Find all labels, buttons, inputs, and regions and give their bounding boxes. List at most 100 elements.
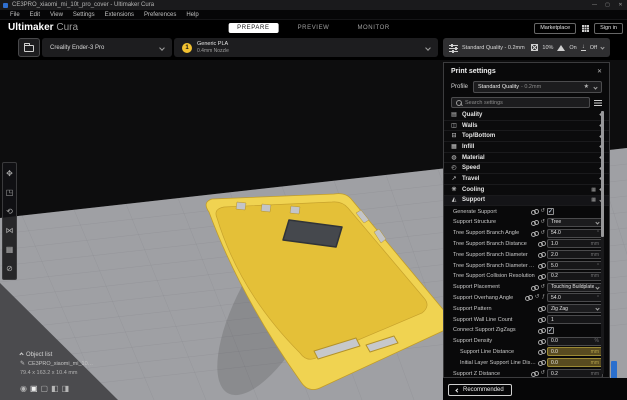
printer-selector[interactable]: Creality Ender-3 Pro [42,38,172,57]
scale-tool-icon[interactable]: ◳ [3,183,16,202]
category-label: Travel [462,175,480,182]
menu-edit[interactable]: Edit [25,12,45,18]
formula-icon[interactable]: ƒ [542,294,545,301]
link-icon[interactable] [538,338,546,345]
setting-dropdown[interactable]: Tree [547,217,603,227]
object-list-toggle[interactable]: Object list [19,350,94,359]
link-icon[interactable] [538,263,546,270]
link-icon[interactable] [538,360,546,367]
link-icon[interactable] [530,284,539,291]
profile-dropdown[interactable]: Standard Quality - 0.2mm ★ [473,81,602,93]
maximize-icon[interactable]: ▢ [601,0,614,10]
chevron-down-icon [593,84,598,90]
star-icon[interactable]: ★ [584,83,589,91]
menu-view[interactable]: View [45,12,68,18]
setting-input[interactable]: 1.0 mm [547,239,603,249]
link-icon[interactable] [538,273,546,280]
setting-input[interactable]: 0.0 mm [547,358,603,368]
setting-row: Support Placement ↺ Touching Buildplate [444,282,609,293]
setting-dropdown[interactable]: Zig Zag [547,304,603,314]
setting-checkbox[interactable]: ✓ [547,326,554,334]
revert-icon[interactable]: ↺ [540,208,545,215]
search-input[interactable]: Search settings [451,97,590,108]
recommended-mode-button[interactable]: Recommended [448,384,512,396]
close-window-icon[interactable]: ✕ [614,0,627,10]
link-icon[interactable] [530,371,539,377]
category-quality[interactable]: ▤ Quality [444,110,609,121]
category-infill[interactable]: ▦ Infill [444,142,609,153]
revert-icon[interactable]: ↺ [540,219,545,226]
link-icon[interactable] [530,230,539,237]
link-icon[interactable] [538,349,546,356]
menu-settings[interactable]: Settings [68,12,100,18]
menu-preferences[interactable]: Preferences [139,12,181,18]
category-travel[interactable]: ↗ Travel [444,174,609,185]
link-icon[interactable] [530,209,539,216]
menu-extensions[interactable]: Extensions [100,12,139,18]
scrollbar[interactable] [601,111,604,374]
tab-prepare[interactable]: PREPARE [228,23,279,33]
setting-input[interactable]: 2.0 mm [547,250,603,260]
setting-dropdown[interactable]: Touching Buildplate [547,282,603,292]
setting-input[interactable]: 0.2 mm [547,271,603,281]
category-speed[interactable]: ◴ Speed [444,163,609,175]
printer-name: Creality Ender-3 Pro [50,44,105,51]
per-model-settings-icon[interactable]: ▦ [3,240,16,259]
marketplace-button[interactable]: Marketplace [534,22,577,34]
link-icon[interactable] [538,252,546,259]
mirror-tool-icon[interactable]: ⋈ [3,221,16,240]
sign-in-button[interactable]: Sign in [594,22,623,34]
revert-icon[interactable]: ↺ [540,230,545,237]
revert-icon[interactable]: ↺ [540,370,545,377]
link-icon[interactable] [538,241,546,248]
setting-row: Initial Layer Support Line Distance 0.0 m… [444,357,609,368]
setting-input[interactable]: 0.2 mm [547,369,603,377]
tab-monitor[interactable]: MONITOR [348,23,398,33]
infill-summary: 10% [542,44,554,51]
object-list-label: Object list [26,351,53,358]
open-file-button[interactable] [18,38,40,57]
link-icon[interactable] [525,295,534,302]
view-left-icon[interactable]: ◧ [51,383,59,394]
tab-preview[interactable]: PREVIEW [289,23,339,33]
category-material[interactable]: ◍ Material [444,152,609,164]
setting-row: Support Overhang Angle ↺ ƒ 54.0 ° [444,293,609,304]
link-icon[interactable] [530,219,539,226]
setting-label: Tree Support Collision Resolution [453,273,535,280]
category-walls[interactable]: ◫ Walls [444,120,609,132]
view-front-icon[interactable]: ▣ [30,383,38,394]
scrollbar-handle[interactable] [601,111,604,237]
view-3d-icon[interactable]: ◉ [20,383,27,394]
move-tool-icon[interactable]: ✥ [3,164,16,183]
settings-menu-icon[interactable] [594,99,602,106]
setting-input[interactable]: 54.0 ° [547,293,603,303]
menu-file[interactable]: File [5,12,25,18]
support-blocker-icon[interactable]: ⊘ [3,259,16,278]
link-icon[interactable] [538,317,546,324]
view-right-icon[interactable]: ◨ [62,383,70,394]
material-selector[interactable]: 1 Generic PLA 0.4mm Nozzle [174,38,438,57]
menu-help[interactable]: Help [181,12,203,18]
app-switcher-icon[interactable] [581,24,589,32]
link-icon[interactable] [538,306,546,313]
setting-input[interactable]: 1 [547,315,603,325]
revert-icon[interactable]: ↺ [535,294,540,301]
setting-row: Connect Support ZigZags ✓ [444,325,609,336]
print-settings-summary-bar[interactable]: Standard Quality - 0.2mm 10% On ↓ Off [443,38,610,57]
setting-checkbox[interactable]: ✓ [547,208,554,216]
minimize-icon[interactable]: — [588,0,601,10]
link-icon[interactable] [538,327,546,334]
setting-input[interactable]: 0.0% [547,336,603,346]
category-cooling[interactable]: ❋ Cooling ▦ [444,184,609,196]
setting-row: Tree Support Collision Resolution 0.2 mm [444,271,609,282]
slice-button-edge[interactable] [611,361,617,379]
setting-input[interactable]: 5.0 ° [547,261,603,271]
setting-input[interactable]: 0.0 mm [547,347,603,357]
rotate-tool-icon[interactable]: ⟲ [3,202,16,221]
category-topbottom[interactable]: ⊟ Top/Bottom [444,131,609,143]
close-icon[interactable]: ✕ [597,68,602,75]
view-top-icon[interactable]: ▢ [41,383,49,394]
category-support[interactable]: ◭ Support ▦ [444,195,609,207]
setting-input[interactable]: 54.0 ° [547,228,603,238]
revert-icon[interactable]: ↺ [540,284,545,291]
